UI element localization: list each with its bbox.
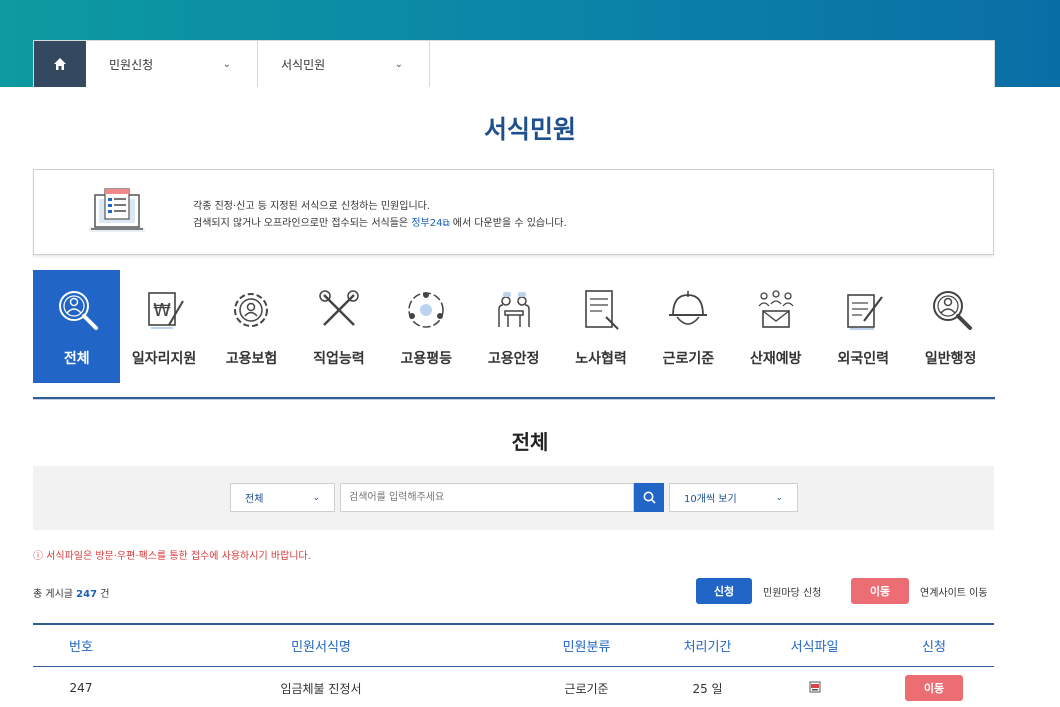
table-row: 247 임금체불 진정서 근로기준 25 일 이동 — [33, 667, 994, 707]
total-count: 총 게시글 247 건 — [33, 585, 109, 600]
chevron-down-icon: ⌄ — [312, 492, 320, 503]
nav-dropdown-apply[interactable]: 민원신청 ⌄ — [86, 41, 258, 87]
category-tab-9[interactable]: 외국인력 — [820, 270, 907, 383]
section-title: 전체 — [511, 430, 549, 454]
home-icon — [54, 58, 66, 70]
category-select-value: 전체 — [245, 494, 264, 505]
row-no: 247 — [69, 681, 93, 695]
row-name[interactable]: 임금체불 진정서 — [129, 680, 513, 697]
move-legend-text: 연계사이트 이동 — [920, 587, 988, 599]
row-category: 근로기준 — [564, 681, 609, 696]
home-button[interactable] — [34, 41, 86, 87]
category-tab-label: 일반행정 — [924, 351, 977, 367]
category-tab-label: 고용평등 — [400, 351, 453, 367]
search-icon — [643, 491, 656, 504]
category-tab-label: 외국인력 — [837, 351, 889, 367]
page-size-select[interactable]: 10개씩 보기 ⌄ — [669, 483, 798, 512]
nav-dropdown-forms[interactable]: 서식민원 ⌄ — [258, 41, 430, 87]
info-box: 각종 진정·신고 등 지정된 서식으로 신청하는 민원입니다. 검색되지 않거나… — [33, 169, 994, 255]
row-period: 25 일 — [692, 681, 723, 696]
apply-badge: 신청 — [696, 578, 752, 604]
category-tabs: 전체 ₩ 일자리지원 고용보험 직업능력 고용평등 고용안정 노사협력 근로기준 … — [33, 270, 995, 383]
document-pen-icon — [847, 294, 884, 330]
category-tab-label: 고용안정 — [487, 351, 540, 367]
category-tab-5[interactable]: 고용안정 — [470, 270, 557, 383]
header-apply: 신청 — [922, 640, 946, 655]
row-file — [755, 681, 874, 696]
category-tab-2[interactable]: 고용보험 — [208, 270, 295, 383]
category-tab-label: 산재예방 — [750, 351, 802, 367]
total-suffix: 건 — [100, 589, 110, 600]
info-line2-pre: 검색되지 않거나 오프라인으로만 접수되는 서식들은 — [193, 218, 409, 229]
category-select[interactable]: 전체 ⌄ — [230, 483, 335, 512]
move-badge: 이동 — [851, 578, 909, 604]
apply-legend-text: 민원마당 신청 — [763, 587, 822, 599]
chevron-down-icon: ⌄ — [775, 492, 783, 503]
category-tab-10[interactable]: 일반행정 — [907, 270, 994, 383]
magnifier-person-icon — [932, 291, 972, 330]
category-tab-4[interactable]: 고용평등 — [383, 270, 470, 383]
category-tab-label: 직업능력 — [313, 351, 365, 367]
move-button[interactable]: 이동 — [905, 675, 963, 701]
header-no: 번호 — [69, 640, 93, 655]
table-header: 번호 민원서식명 민원분류 처리기간 서식파일 신청 — [33, 625, 994, 667]
nav-dropdown-label: 서식민원 — [281, 57, 326, 72]
gov24-link-label: 정부24 — [411, 218, 443, 229]
header-file: 서식파일 — [790, 640, 839, 655]
divider — [33, 397, 995, 400]
header-name: 민원서식명 — [291, 640, 351, 655]
document-person-icon — [585, 290, 619, 330]
breadcrumb-nav: 민원신청 ⌄ 서식민원 ⌄ — [33, 40, 995, 87]
info-text: 각종 진정·신고 등 지정된 서식으로 신청하는 민원입니다. 검색되지 않거나… — [193, 198, 567, 232]
total-number: 247 — [76, 589, 98, 600]
forms-table: 번호 민원서식명 민원분류 처리기간 서식파일 신청 247 임금체불 진정서 … — [33, 623, 994, 707]
chevron-down-icon: ⌄ — [222, 58, 231, 70]
helmet-icon — [669, 291, 708, 325]
meeting-icon — [497, 292, 530, 327]
category-tab-0[interactable]: 전체 — [33, 270, 121, 383]
gov24-link[interactable]: 정부24⧉ — [411, 218, 449, 229]
nav-dropdown-label: 민원신청 — [109, 57, 154, 72]
category-tab-7[interactable]: 근로기준 — [645, 270, 732, 383]
info-line2: 검색되지 않거나 오프라인으로만 접수되는 서식들은 정부24⧉ 에서 다운받을… — [193, 215, 567, 232]
category-tab-6[interactable]: 노사협력 — [557, 270, 644, 383]
info-line1: 각종 진정·신고 등 지정된 서식으로 신청하는 민원입니다. — [193, 201, 431, 212]
tools-icon — [319, 290, 359, 326]
mail-people-icon — [758, 290, 794, 328]
chevron-down-icon: ⌄ — [394, 58, 403, 70]
row-action: 이동 — [874, 675, 994, 701]
category-tab-3[interactable]: 직업능력 — [295, 270, 382, 383]
category-tab-label: 전체 — [63, 351, 90, 367]
search-button[interactable] — [634, 483, 664, 512]
category-tab-label: 일자리지원 — [131, 351, 197, 367]
search-input[interactable] — [340, 483, 634, 512]
notice-text: ⓘ 서식파일은 방문·우편·팩스를 통한 접수에 사용하시기 바랍니다. — [33, 551, 311, 562]
info-line2-post: 에서 다운받을 수 있습니다. — [452, 218, 567, 229]
document-file-icon[interactable] — [809, 681, 821, 693]
legend-apply: 신청 민원마당 신청 — [696, 578, 821, 604]
magnifier-person-icon — [58, 291, 98, 330]
legend-move: 이동 연계사이트 이동 — [851, 578, 988, 604]
page-title: 서식민원 — [483, 115, 576, 144]
total-prefix: 총 게시글 — [33, 589, 73, 600]
category-tab-label: 고용보험 — [225, 351, 278, 367]
people-circle-icon — [408, 292, 444, 328]
category-tab-label: 노사협력 — [575, 351, 627, 367]
won-document-icon: ₩ — [148, 292, 184, 329]
header-category: 민원분류 — [562, 640, 611, 655]
category-tab-label: 근로기준 — [662, 351, 715, 367]
gear-person-icon — [234, 293, 269, 327]
header-period: 처리기간 — [683, 640, 732, 655]
svg-text:₩: ₩ — [153, 300, 171, 321]
category-tab-8[interactable]: 산재예방 — [732, 270, 819, 383]
laptop-form-icon — [89, 188, 145, 232]
category-tab-1[interactable]: ₩ 일자리지원 — [120, 270, 207, 383]
search-bar: 전체 ⌄ 10개씩 보기 ⌄ — [33, 466, 994, 530]
page-size-value: 10개씩 보기 — [684, 494, 737, 505]
